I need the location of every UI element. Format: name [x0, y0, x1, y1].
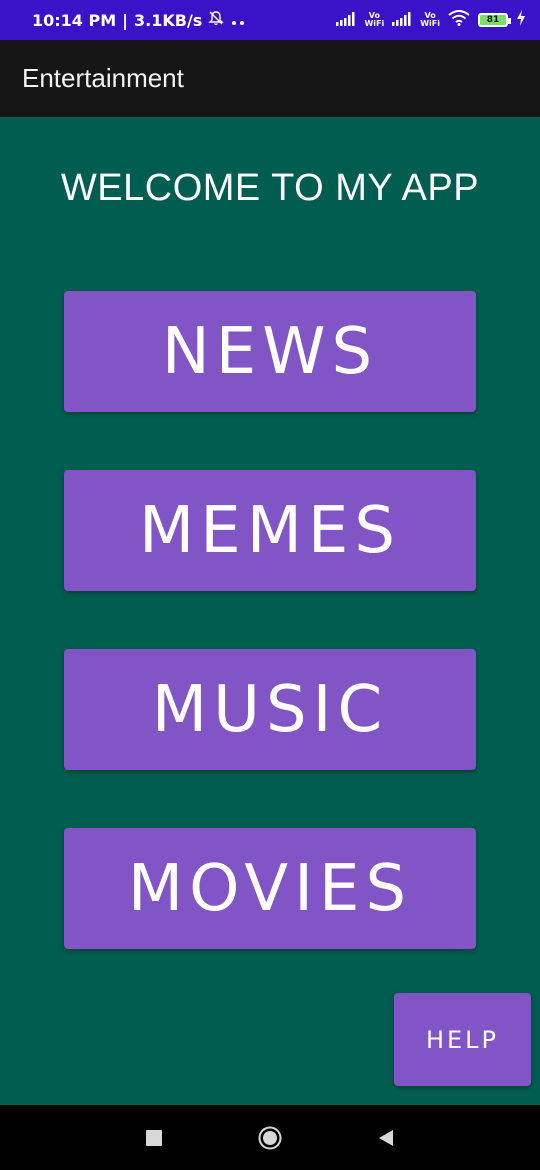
help-button[interactable]: HELP [394, 993, 531, 1086]
wifi-icon [448, 10, 470, 30]
network-speed: 3.1KB/s [134, 10, 203, 30]
status-right: Vo WiFi Vo WiFi 81 [336, 10, 526, 30]
status-separator: | [122, 10, 128, 30]
status-bar: 10:14 PM | 3.1KB/s Vo WiFi Vo WiFi 81 [0, 0, 540, 40]
recents-icon[interactable] [139, 1123, 169, 1153]
news-button[interactable]: NEWS [64, 291, 476, 412]
signal-icon [392, 11, 412, 30]
memes-button[interactable]: MEMES [64, 470, 476, 591]
music-button[interactable]: MUSIC [64, 649, 476, 770]
status-left: 10:14 PM | 3.1KB/s [32, 10, 248, 30]
battery-icon: 81 [478, 13, 511, 27]
welcome-heading: WELCOME TO MY APP [60, 167, 480, 209]
home-icon[interactable] [255, 1123, 285, 1153]
charging-icon [516, 10, 526, 30]
status-time: 10:14 PM [32, 10, 117, 30]
app-title: Entertainment [22, 63, 184, 93]
bell-off-icon [208, 10, 225, 30]
movies-button[interactable]: MOVIES [64, 828, 476, 949]
vowifi-label-2: Vo WiFi [420, 11, 440, 28]
vowifi-label-1: Vo WiFi [364, 11, 385, 28]
main-content: WELCOME TO MY APP NEWS MEMES MUSIC MOVIE… [0, 117, 540, 1105]
dots-icon [230, 11, 248, 30]
app-bar: Entertainment [0, 40, 540, 117]
navigation-bar [0, 1105, 540, 1170]
battery-level: 81 [486, 15, 500, 25]
signal-icon [336, 11, 356, 30]
back-icon[interactable] [371, 1123, 401, 1153]
